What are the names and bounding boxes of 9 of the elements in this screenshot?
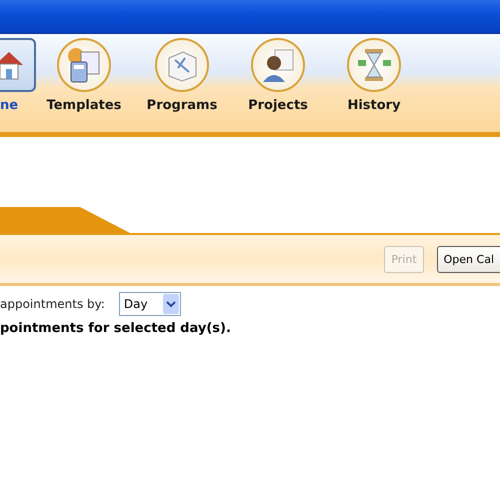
filter-label: appointments by: <box>0 297 105 311</box>
hourglass-icon <box>355 46 393 84</box>
nav-item[interactable]: History <box>325 34 423 113</box>
nav-item[interactable]: Programs <box>133 34 231 113</box>
toolbar-button[interactable]: Open Cal <box>436 246 500 272</box>
status-message: pointments for selected day(s). <box>0 321 232 336</box>
nav-item[interactable]: Templates <box>35 34 133 113</box>
nav-item[interactable]: Projects <box>231 34 325 113</box>
view-select[interactable]: Day <box>118 292 181 316</box>
